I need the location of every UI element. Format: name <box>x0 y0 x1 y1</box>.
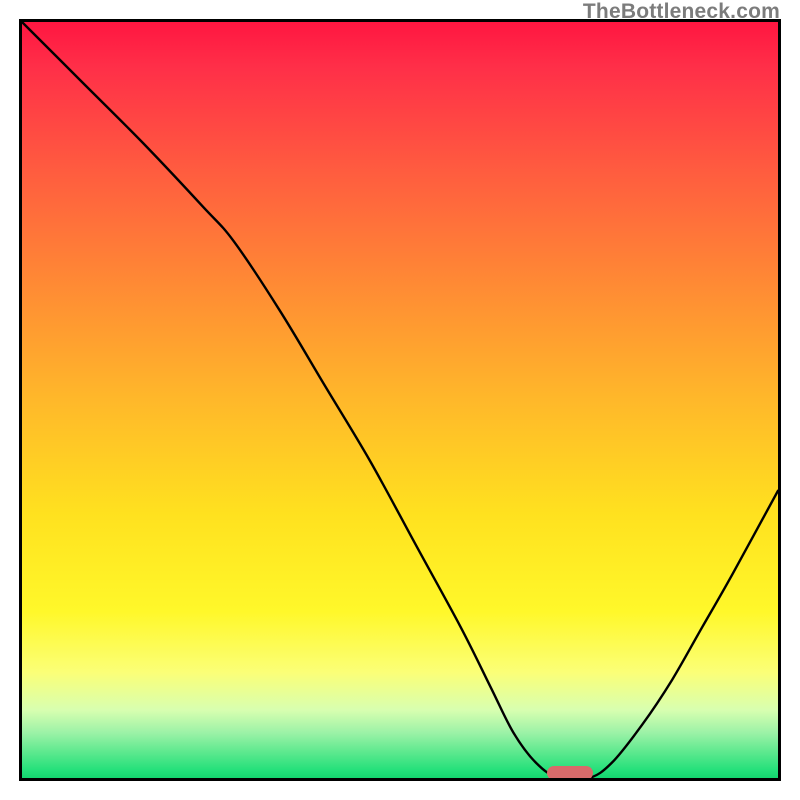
chart-container: TheBottleneck.com <box>0 0 800 800</box>
valley-marker <box>547 766 593 780</box>
plot-area <box>19 19 781 781</box>
bottleneck-curve <box>22 22 778 778</box>
